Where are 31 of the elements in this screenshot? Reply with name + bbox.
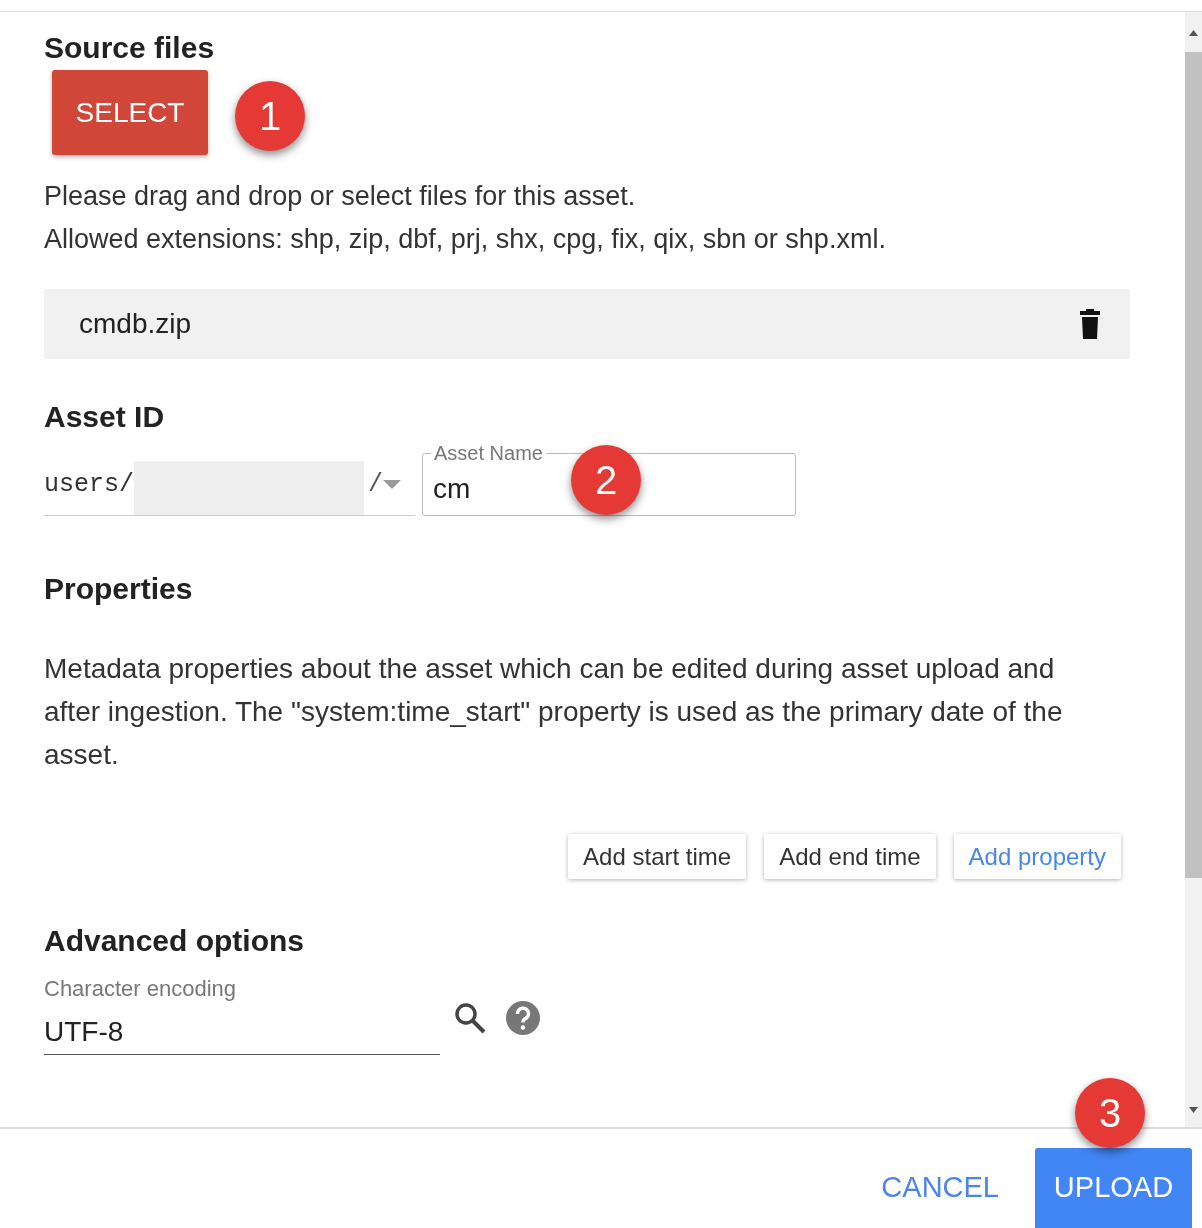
section-heading: Asset ID <box>44 399 166 435</box>
encoding-field[interactable]: Character encoding UTF-8 <box>44 975 440 1055</box>
step-badge: 1 <box>235 81 305 151</box>
caret-icon <box>383 480 402 489</box>
add-button[interactable]: Add end time <box>764 834 936 879</box>
search-icon[interactable] <box>454 1002 486 1034</box>
help-icon[interactable] <box>506 1001 540 1035</box>
step-badge: 2 <box>571 445 641 515</box>
section-heading: Advanced options <box>44 923 306 959</box>
instruction-text: Allowed extensions: shp, zip, dbf, prj, shx, cpg, fix, qix, sbn or shp.xml. <box>44 223 887 256</box>
section-heading: Properties <box>44 571 194 607</box>
step-badge: 3 <box>1075 1078 1145 1148</box>
path-dropdown[interactable]: users/ / <box>44 454 415 516</box>
scroll-up-icon[interactable] <box>1189 30 1198 36</box>
field-value: cm <box>433 472 471 506</box>
select-button[interactable]: SELECT <box>52 70 208 155</box>
add-button[interactable]: Add property <box>953 834 1121 879</box>
file-name: cmdb.zip <box>79 307 193 341</box>
field-value: UTF-8 <box>44 1015 125 1049</box>
section-heading: Source files <box>44 30 216 66</box>
field-label: Character encoding <box>44 975 237 1003</box>
cancel-button[interactable]: CANCEL <box>881 1148 999 1228</box>
trash-icon[interactable] <box>1080 309 1100 339</box>
path-separator: / <box>368 468 384 501</box>
path-prefix: users/ <box>44 468 134 501</box>
scroll-down-icon[interactable] <box>1189 1107 1198 1113</box>
add-button[interactable]: Add start time <box>568 834 747 879</box>
upload-button[interactable]: UPLOAD <box>1035 1148 1192 1228</box>
description-text: Metadata properties about the asset which can be edited during asset upload and after ingestion. The "system:time_start" property is used as the primary date of the asset. <box>44 652 1064 772</box>
field-label: Asset Name <box>433 441 544 465</box>
instruction-text: Please drag and drop or select files for this asset. <box>44 180 637 213</box>
